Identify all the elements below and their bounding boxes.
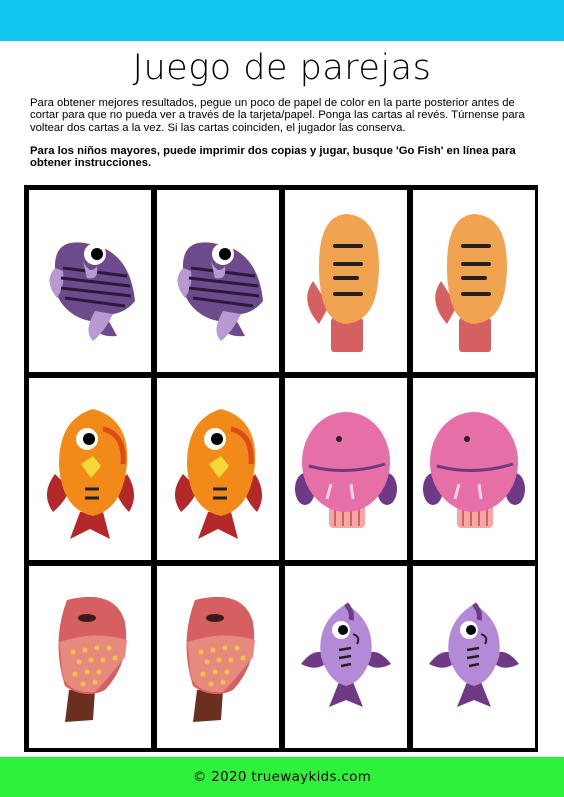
orange-tall-fish-icon xyxy=(307,214,379,352)
purple-striped-fish-icon xyxy=(49,242,135,341)
lilac-fish-icon xyxy=(429,602,519,707)
footer-bar: © 2020 truewaykids.com xyxy=(0,757,564,797)
memory-card[interactable] xyxy=(413,378,535,560)
pink-round-fish-icon xyxy=(423,412,525,528)
pink-round-fish-icon xyxy=(295,412,397,528)
memory-card[interactable] xyxy=(413,190,535,372)
lilac-fish-icon xyxy=(301,602,391,707)
memory-card[interactable] xyxy=(157,566,279,748)
red-spotted-fish-icon xyxy=(58,596,127,722)
memory-card[interactable] xyxy=(29,378,151,560)
red-spotted-fish-icon xyxy=(186,596,255,722)
memory-card[interactable] xyxy=(413,566,535,748)
memory-card[interactable] xyxy=(157,190,279,372)
memory-card[interactable] xyxy=(29,566,151,748)
memory-card[interactable] xyxy=(285,378,407,560)
orange-red-fin-fish-icon xyxy=(46,409,135,539)
memory-card[interactable] xyxy=(157,378,279,560)
older-kids-note: Para los niños mayores, puede imprimir d… xyxy=(30,145,516,170)
page-title: Juego de parejas xyxy=(132,48,432,88)
purple-striped-fish-icon xyxy=(177,242,263,341)
memory-card[interactable] xyxy=(29,190,151,372)
orange-red-fin-fish-icon xyxy=(174,409,263,539)
top-color-bar xyxy=(0,0,564,41)
memory-card-grid xyxy=(24,185,538,752)
instructions-text: Para obtener mejores resultados, pegue u… xyxy=(30,97,525,134)
memory-card[interactable] xyxy=(285,190,407,372)
memory-card[interactable] xyxy=(285,566,407,748)
copyright-text: © 2020 truewaykids.com xyxy=(192,769,372,785)
orange-tall-fish-icon xyxy=(435,214,507,352)
